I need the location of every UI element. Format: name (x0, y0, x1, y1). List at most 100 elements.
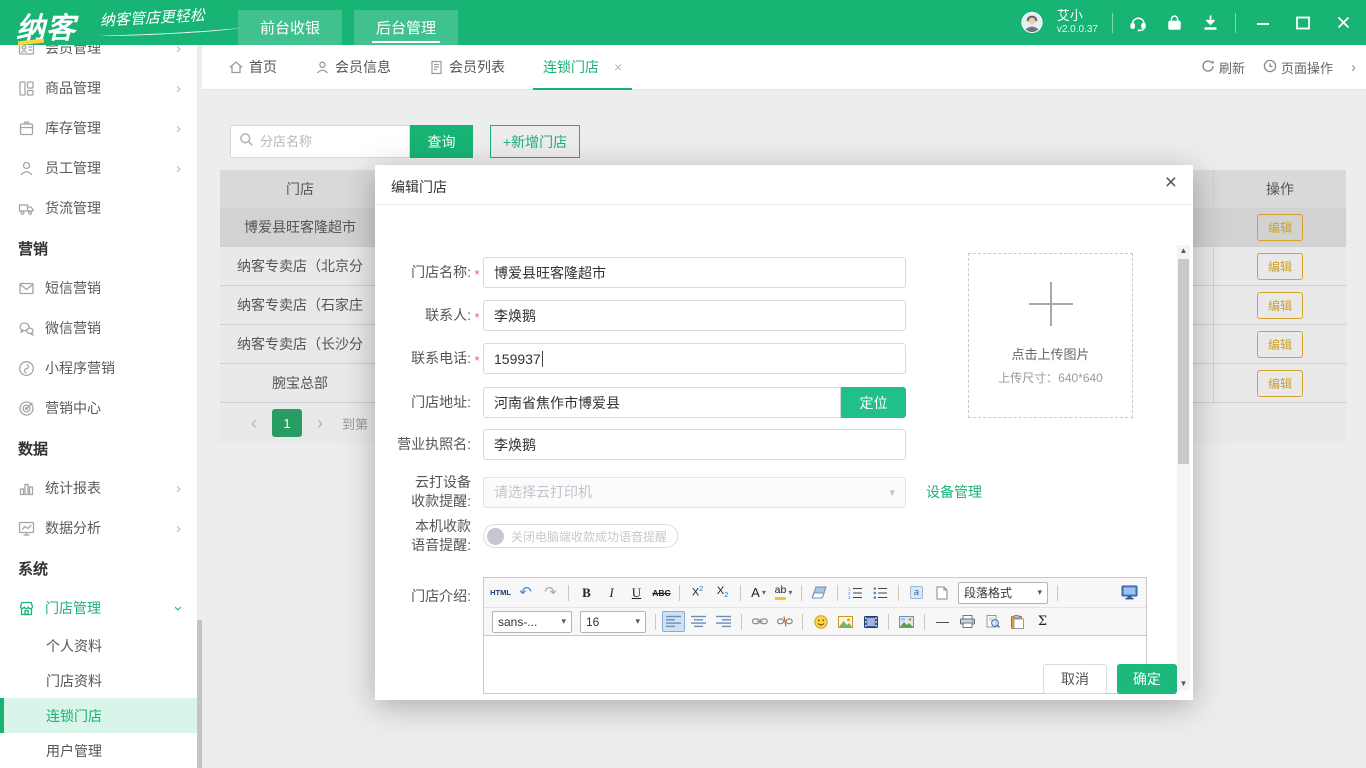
cloud-printer-select[interactable]: 请选择云打印机▾ (483, 477, 906, 508)
unordered-list-button[interactable] (869, 582, 892, 603)
prev-page-button[interactable]: ‹ (246, 413, 262, 434)
sidebar-item[interactable]: 货流管理 (0, 188, 197, 228)
superscript-button[interactable]: X2 (686, 582, 709, 603)
sidebar-subitem[interactable]: 个人资料 (0, 628, 197, 663)
locate-button[interactable]: 定位 (841, 387, 906, 418)
paste-button[interactable] (1006, 611, 1029, 632)
sidebar-scrollbar[interactable] (197, 45, 202, 768)
edit-button[interactable]: 编辑 (1257, 331, 1303, 358)
nav-tab-pos[interactable]: 前台收银 (238, 10, 342, 45)
edit-button[interactable]: 编辑 (1257, 253, 1303, 280)
device-management-link[interactable]: 设备管理 (926, 482, 982, 502)
video-button[interactable] (859, 611, 882, 632)
close-window-button[interactable] (1330, 10, 1356, 36)
html-source-button[interactable]: HTML (489, 582, 512, 603)
toolbar-select[interactable]: 16▾ (580, 611, 646, 633)
subscript-button[interactable]: X2 (711, 582, 734, 603)
edit-button[interactable]: 编辑 (1257, 370, 1303, 397)
tab-label: 会员信息 (335, 57, 391, 77)
link-button[interactable] (748, 611, 771, 632)
eraser-button[interactable] (808, 582, 831, 603)
edit-button[interactable]: 编辑 (1257, 214, 1303, 241)
minimize-button[interactable] (1250, 10, 1276, 36)
print-button[interactable] (956, 611, 979, 632)
underline-button[interactable]: U (625, 582, 648, 603)
ordered-list-button[interactable]: 123 (844, 582, 867, 603)
chevron-right-icon[interactable]: › (1351, 59, 1356, 76)
voice-toggle[interactable]: 关闭电脑端收款成功语音提醒 (483, 524, 678, 548)
sidebar-item[interactable]: 营销中心 (0, 388, 197, 428)
lock-icon[interactable] (1163, 12, 1185, 34)
sidebar-item[interactable]: 短信营销 (0, 268, 197, 308)
highlight-button[interactable]: ab▾ (772, 582, 795, 603)
preview-button[interactable] (981, 611, 1004, 632)
sidebar-subitem[interactable]: 连锁门店 (0, 698, 197, 733)
page-ops-button[interactable]: 页面操作 (1263, 58, 1333, 77)
bold-button[interactable]: B (575, 582, 598, 603)
fullscreen-button[interactable] (1118, 582, 1141, 603)
modal-close-icon[interactable]: × (1165, 172, 1177, 193)
confirm-button[interactable]: 确定 (1117, 664, 1177, 694)
app-version: v2.0.0.37 (1057, 24, 1098, 37)
sidebar-subitem[interactable]: 门店资料 (0, 663, 197, 698)
tab-会员列表[interactable]: 会员列表 (429, 45, 505, 90)
modal-scrollbar-thumb[interactable] (1178, 259, 1189, 464)
map-image-button[interactable] (895, 611, 918, 632)
maximize-button[interactable] (1290, 10, 1316, 36)
contact-person-input[interactable] (483, 300, 906, 331)
tab-首页[interactable]: 首页 (228, 45, 277, 90)
anchor-button[interactable]: a (905, 582, 928, 603)
emoticon-button[interactable] (809, 611, 832, 632)
sidebar-item[interactable]: 数据分析› (0, 508, 197, 548)
search-input[interactable] (260, 134, 390, 149)
nav-tab-backend[interactable]: 后台管理 (354, 10, 458, 45)
sidebar-item[interactable]: 库存管理› (0, 108, 197, 148)
formula-button[interactable]: Σ (1031, 611, 1054, 632)
add-store-button[interactable]: +新增门店 (490, 125, 580, 158)
avatar[interactable] (1021, 12, 1043, 34)
sidebar-subitem[interactable]: 用户管理 (0, 733, 197, 768)
sidebar-scrollbar-thumb[interactable] (197, 620, 202, 768)
sidebar-item[interactable]: 统计报表› (0, 468, 197, 508)
font-color-button[interactable]: A▾ (747, 582, 770, 603)
download-icon[interactable] (1199, 12, 1221, 34)
new-page-button[interactable] (930, 582, 953, 603)
user-info[interactable]: 艾小 v2.0.0.37 (1057, 8, 1098, 37)
image-upload-box[interactable]: 点击上传图片 上传尺寸：640*640 (968, 253, 1133, 418)
store-name-input[interactable] (483, 257, 906, 288)
page-number[interactable]: 1 (272, 409, 302, 437)
license-name-input[interactable] (483, 429, 906, 460)
toolbar-select[interactable]: 段落格式▾ (958, 582, 1048, 604)
align-right-button[interactable] (712, 611, 735, 632)
image-button[interactable] (834, 611, 857, 632)
refresh-button[interactable]: 刷新 (1201, 58, 1245, 77)
edit-button[interactable]: 编辑 (1257, 292, 1303, 319)
sidebar-item[interactable]: 微信营销 (0, 308, 197, 348)
horizontal-rule-button[interactable]: — (931, 611, 954, 632)
toolbar-select[interactable]: sans-...▾ (492, 611, 572, 633)
sidebar-item[interactable]: 员工管理› (0, 148, 197, 188)
strikethrough-button[interactable]: ABC (650, 582, 673, 603)
align-center-button[interactable] (687, 611, 710, 632)
search-button[interactable]: 查询 (410, 125, 473, 158)
tab-会员信息[interactable]: 会员信息 (315, 45, 391, 90)
cancel-button[interactable]: 取消 (1043, 664, 1107, 694)
support-headset-icon[interactable] (1127, 12, 1149, 34)
unlink-button[interactable] (773, 611, 796, 632)
store-address-input[interactable] (483, 387, 841, 418)
redo-button[interactable]: ↷ (539, 582, 562, 603)
sidebar-item[interactable]: 会员管理› (0, 45, 197, 68)
tab-连锁门店[interactable]: 连锁门店× (543, 45, 622, 90)
italic-button[interactable]: I (600, 582, 623, 603)
scroll-up-icon[interactable]: ▲ (1177, 245, 1190, 257)
scroll-down-icon[interactable]: ▼ (1177, 678, 1190, 690)
next-page-button[interactable]: › (312, 413, 328, 434)
undo-button[interactable]: ↶ (514, 582, 537, 603)
modal-scrollbar[interactable]: ▲ ▼ (1177, 245, 1190, 690)
sidebar-item[interactable]: 小程序营销 (0, 348, 197, 388)
align-left-button[interactable] (662, 611, 685, 632)
sidebar-item[interactable]: 门店管理› (0, 588, 197, 628)
sidebar-item[interactable]: 商品管理› (0, 68, 197, 108)
tab-close-icon[interactable]: × (614, 59, 622, 75)
contact-phone-input[interactable]: 159937 (483, 343, 906, 374)
